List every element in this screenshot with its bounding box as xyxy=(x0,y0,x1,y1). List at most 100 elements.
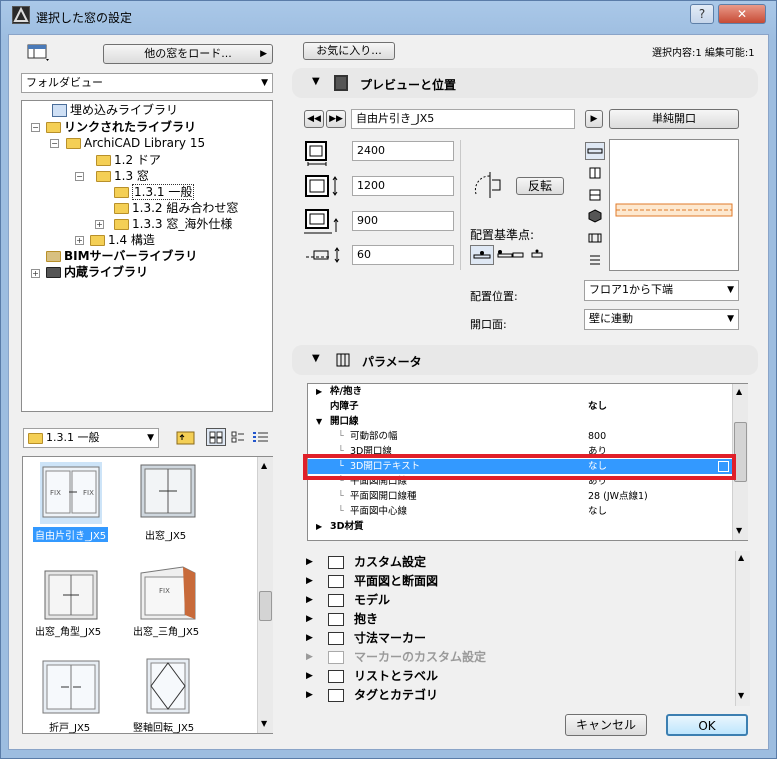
param-row[interactable]: └ 平面図中心線 なし xyxy=(308,504,734,519)
object-thumb-orido[interactable] xyxy=(41,657,101,715)
anchor-edge-icon[interactable] xyxy=(512,249,524,261)
param-row[interactable]: ▼ 開口線 xyxy=(308,414,734,429)
previous-object-button[interactable]: ◀◀ xyxy=(304,110,324,128)
view-mode-icon[interactable] xyxy=(26,42,52,64)
sill-field[interactable]: 900 xyxy=(352,211,454,231)
object-thumb-demado[interactable] xyxy=(137,463,197,521)
settings-scrollbar[interactable]: ▲ ▼ xyxy=(735,551,750,706)
view-combo[interactable]: フォルダビュー ▼ xyxy=(21,73,273,93)
object-label: 出窓_三角_JX5 xyxy=(133,627,200,638)
archicad-logo-icon xyxy=(12,6,30,24)
object-thumb-sankaku[interactable]: FIX xyxy=(137,565,197,623)
tree-item-builtin[interactable]: 内蔵ライブラリ xyxy=(46,264,148,280)
plan-view-icon[interactable] xyxy=(585,142,605,160)
collapse-icon[interactable]: − xyxy=(75,172,84,181)
parameters-section-header[interactable]: ▼ パラメータ xyxy=(292,345,758,375)
scroll-up-icon[interactable]: ▲ xyxy=(261,461,267,470)
anchor-side-icon[interactable] xyxy=(497,247,513,263)
tree-item-combination[interactable]: 1.3.2 組み合わせ窓 xyxy=(114,200,238,216)
tree-item-structure[interactable]: 1.4 構造 xyxy=(90,232,155,248)
section-model[interactable]: ▶ モデル xyxy=(292,591,750,610)
section-dimension-marker[interactable]: ▶ 寸法マーカー xyxy=(292,629,750,648)
tree-item-archicad-library[interactable]: ArchiCAD Library 15 xyxy=(66,135,205,151)
section-reveal[interactable]: ▶ 抱き xyxy=(292,610,750,629)
expand-icon[interactable]: + xyxy=(31,269,40,278)
section-view-icon[interactable] xyxy=(588,231,602,245)
expand-icon[interactable]: + xyxy=(75,236,84,245)
param-row[interactable]: └ 平面図開口線種 28 (JW点線1) xyxy=(308,489,734,504)
section-label: マーカーのカスタム設定 xyxy=(354,650,487,664)
library-tree[interactable]: 埋め込みライブラリ − リンクされたライブラリ − ArchiCAD Libra… xyxy=(21,100,273,412)
section-custom-settings[interactable]: ▶ カスタム設定 xyxy=(292,553,750,572)
tree-item-general[interactable]: 1.3.1 一般 xyxy=(114,184,195,200)
scroll-down-icon[interactable]: ▼ xyxy=(738,691,744,700)
window-plan-preview xyxy=(615,203,733,217)
param-row[interactable]: └ 可動部の幅 800 xyxy=(308,429,734,444)
collapse-icon[interactable]: − xyxy=(50,139,59,148)
settings-sections: ▶ カスタム設定 ▶ 平面図と断面図 ▶ モデル ▶ 抱き ▶ 寸法マーカー ▶ マーカーの… xyxy=(292,551,758,706)
folder-icon xyxy=(90,235,105,246)
expand-icon[interactable]: + xyxy=(95,220,104,229)
favorites-button[interactable]: お気に入り... xyxy=(303,42,395,60)
axonometric-view-icon[interactable] xyxy=(588,209,602,223)
help-button[interactable]: ? xyxy=(690,4,714,24)
large-icons-view-icon[interactable] xyxy=(206,428,226,446)
param-row[interactable]: 内障子 なし xyxy=(308,399,734,414)
anchor-custom-icon[interactable] xyxy=(530,249,544,261)
close-button[interactable]: ✕ xyxy=(718,4,766,24)
scroll-up-icon[interactable]: ▲ xyxy=(736,387,742,396)
type-menu-arrow-icon[interactable]: ▶ xyxy=(585,110,603,128)
object-scrollbar[interactable]: ▲ ▼ xyxy=(257,457,273,733)
cancel-button[interactable]: キャンセル xyxy=(565,714,647,736)
folder-combo[interactable]: 1.3.1 一般 ▼ xyxy=(23,428,159,448)
param-row[interactable]: ▶ 3D材質 xyxy=(308,519,734,534)
opening-combo[interactable]: 壁に連動 ▼ xyxy=(584,309,739,330)
object-browser[interactable]: FIX FIX 自由片引き_JX5 出窓_JX5 出窓_角型_JX5 FIX 出窓… xyxy=(22,456,273,734)
simple-opening-button[interactable]: 単純開口 xyxy=(609,109,739,129)
scroll-down-icon[interactable]: ▼ xyxy=(261,719,267,728)
object-name-field[interactable]: 自由片引き_JX5 xyxy=(351,109,575,129)
tree-item-linked[interactable]: リンクされたライブラリ xyxy=(46,119,196,135)
placement-combo[interactable]: フロア1から下端 ▼ xyxy=(584,280,739,301)
folder-up-icon[interactable] xyxy=(176,428,196,446)
scroll-thumb[interactable] xyxy=(259,591,272,621)
parameter-list-icon[interactable] xyxy=(588,253,602,267)
anchor-center-icon[interactable] xyxy=(470,245,494,265)
small-icons-view-icon[interactable] xyxy=(230,430,246,444)
section-plan-section[interactable]: ▶ 平面図と断面図 xyxy=(292,572,750,591)
folder-icon xyxy=(96,155,111,166)
height-field[interactable]: 1200 xyxy=(352,176,454,196)
folder-icon xyxy=(46,122,61,133)
model-icon xyxy=(328,594,344,607)
front-view-icon[interactable] xyxy=(588,166,602,180)
tree-item-window[interactable]: 1.3 窓 xyxy=(96,168,149,184)
next-object-button[interactable]: ▶▶ xyxy=(326,110,346,128)
flip-button[interactable]: 反転 xyxy=(516,177,564,195)
collapse-icon[interactable]: − xyxy=(31,123,40,132)
ok-button[interactable]: OK xyxy=(666,714,748,736)
object-thumb-jiyu[interactable]: FIX FIX xyxy=(41,463,101,521)
anchor-label: 配置基準点: xyxy=(470,228,535,242)
tree-item-embedded[interactable]: 埋め込みライブラリ xyxy=(52,102,178,118)
param-row[interactable]: ▶ 枠/抱き xyxy=(308,384,734,399)
preview-section-header[interactable]: ▼ プレビューと位置 xyxy=(292,68,758,98)
load-other-windows-button[interactable]: 他の窓をロード... ▶ xyxy=(103,44,273,64)
svg-text:FIX: FIX xyxy=(83,489,94,497)
scroll-up-icon[interactable]: ▲ xyxy=(738,553,744,562)
tree-item-bim-server[interactable]: BIMサーバーライブラリ xyxy=(46,248,197,264)
tree-item-overseas[interactable]: 1.3.3 窓_海外仕様 xyxy=(114,216,232,232)
object-thumb-kakugata[interactable] xyxy=(41,565,101,623)
reveal-field[interactable]: 60 xyxy=(352,245,454,265)
tree-item-door[interactable]: 1.2 ドア xyxy=(96,152,161,168)
section-tag-category[interactable]: ▶ タグとカテゴリ xyxy=(292,686,750,705)
scroll-down-icon[interactable]: ▼ xyxy=(736,526,742,535)
title-bar[interactable]: 選択した窓の設定 ? ✕ xyxy=(0,0,777,34)
object-thumb-tatejiku[interactable] xyxy=(137,657,197,715)
width-field[interactable]: 2400 xyxy=(352,141,454,161)
section-list-label[interactable]: ▶ リストとラベル xyxy=(292,667,750,686)
side-view-icon[interactable] xyxy=(588,188,602,202)
list-view-icon[interactable] xyxy=(252,430,270,444)
tree-line-icon: └ xyxy=(338,491,344,502)
param-label: 平面図中心線 xyxy=(350,506,408,517)
param-label: 開口線 xyxy=(330,416,359,427)
